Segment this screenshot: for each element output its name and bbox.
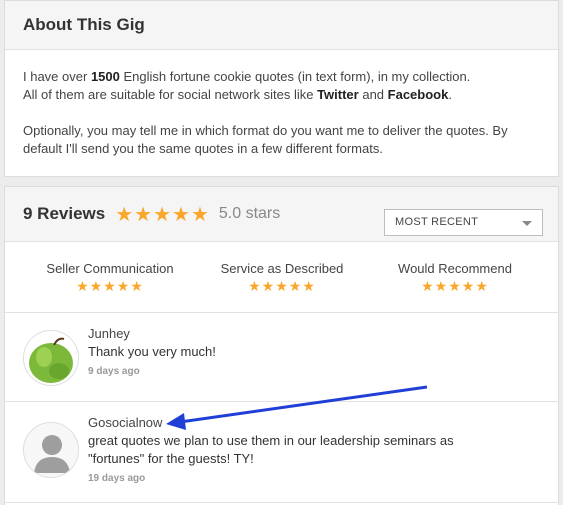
review-date: 19 days ago bbox=[88, 473, 146, 484]
category-would-recommend: Would Recommend ★★★★★ bbox=[390, 261, 520, 293]
desc-format-paragraph: Optionally, you may tell me in which for… bbox=[23, 123, 508, 156]
category-stars: ★★★★★ bbox=[421, 278, 489, 294]
about-gig-description: I have over 1500 English fortune cookie … bbox=[5, 50, 558, 158]
about-gig-panel: About This Gig I have over 1500 English … bbox=[4, 0, 559, 177]
review-text: Thank you very much! bbox=[88, 344, 216, 359]
avatar[interactable] bbox=[23, 422, 79, 478]
category-service-as-described: Service as Described ★★★★★ bbox=[217, 261, 347, 293]
desc-text: I have over bbox=[23, 69, 91, 84]
category-stars: ★★★★★ bbox=[248, 278, 316, 294]
category-label: Service as Described bbox=[220, 261, 344, 276]
desc-text: . bbox=[448, 87, 452, 102]
chevron-down-icon bbox=[522, 221, 532, 226]
rating-categories: Seller Communication ★★★★★ Service as De… bbox=[5, 242, 558, 313]
desc-facebook: Facebook bbox=[387, 87, 449, 102]
review-content: Junhey Thank you very much! 9 days ago bbox=[88, 325, 216, 381]
desc-text: All of them are suitable for social netw… bbox=[23, 87, 318, 102]
review-item: Junhey Thank you very much! 9 days ago bbox=[5, 313, 558, 402]
about-gig-title: About This Gig bbox=[23, 15, 145, 34]
desc-quote-count: 1500 bbox=[90, 69, 120, 84]
reviews-panel: 9 Reviews ★★★★★ 5.0 stars MOST RECENT Se… bbox=[4, 186, 559, 505]
reviews-header: 9 Reviews ★★★★★ 5.0 stars MOST RECENT bbox=[5, 187, 558, 242]
desc-text: and bbox=[358, 87, 388, 102]
about-gig-header: About This Gig bbox=[5, 1, 558, 50]
green-apple-icon bbox=[24, 331, 78, 385]
reviewer-name[interactable]: Junhey bbox=[88, 325, 216, 343]
sort-dropdown-label: MOST RECENT bbox=[395, 216, 479, 228]
review-date: 9 days ago bbox=[88, 366, 140, 377]
desc-twitter: Twitter bbox=[317, 87, 359, 102]
review-text: great quotes we plan to use them in our … bbox=[88, 433, 454, 466]
review-content: Gosocialnow great quotes we plan to use … bbox=[88, 414, 508, 488]
review-item: Gosocialnow great quotes we plan to use … bbox=[5, 402, 558, 503]
user-silhouette-icon bbox=[24, 423, 78, 477]
reviews-count: 9 Reviews bbox=[23, 204, 106, 223]
category-seller-communication: Seller Communication ★★★★★ bbox=[45, 261, 175, 293]
reviewer-name[interactable]: Gosocialnow bbox=[88, 414, 508, 432]
category-label: Seller Communication bbox=[46, 261, 174, 276]
sort-dropdown[interactable]: MOST RECENT bbox=[384, 209, 543, 236]
overall-rating-text: 5.0 stars bbox=[218, 205, 281, 222]
category-label: Would Recommend bbox=[398, 261, 512, 276]
desc-text: English fortune cookie quotes (in text f… bbox=[119, 69, 471, 84]
overall-rating-stars: ★★★★★ bbox=[115, 203, 210, 226]
avatar[interactable] bbox=[23, 330, 79, 386]
category-stars: ★★★★★ bbox=[76, 278, 144, 294]
